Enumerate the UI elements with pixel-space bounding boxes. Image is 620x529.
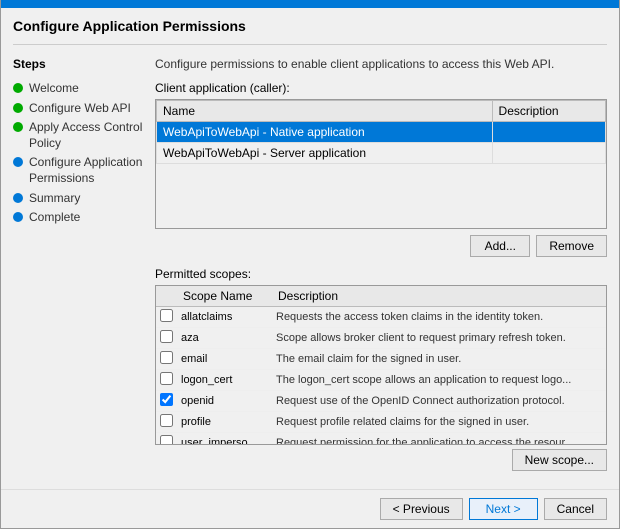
scopes-table: Scope Name Description allatclaims Reque… [156, 286, 606, 445]
new-scope-button[interactable]: New scope... [512, 449, 607, 471]
scope-name-cell: logon_cert [177, 370, 272, 391]
scope-checkbox[interactable] [160, 351, 173, 364]
description-text: Configure permissions to enable client a… [155, 57, 607, 71]
scope-checkbox-cell [156, 433, 177, 446]
dialog-body: Steps Welcome Configure Web API Apply Ac… [1, 45, 619, 489]
page-heading: Configure Application Permissions [13, 18, 607, 34]
step-label-summary: Summary [29, 191, 80, 207]
remove-button[interactable]: Remove [536, 235, 607, 257]
scope-checkbox-cell [156, 412, 177, 433]
scope-desc-cell: Requests the access token claims in the … [272, 307, 606, 328]
scope-checkbox-cell [156, 349, 177, 370]
title-bar: ⊞ Add a new application to WebApiToWebAp… [1, 0, 619, 8]
scope-desc-cell: The email claim for the signed in user. [272, 349, 606, 370]
step-dot-apply-access-control [13, 122, 23, 132]
list-item: aza Scope allows broker client to reques… [156, 328, 606, 349]
step-dot-complete [13, 212, 23, 222]
step-item-summary: Summary [13, 189, 143, 209]
client-desc-cell [492, 143, 605, 164]
client-name-cell: WebApiToWebApi - Server application [157, 143, 493, 164]
list-item: openid Request use of the OpenID Connect… [156, 391, 606, 412]
scope-name-cell: user_imperso... [177, 433, 272, 446]
client-name-cell: WebApiToWebApi - Native application [157, 122, 493, 143]
scopes-table-body: allatclaims Requests the access token cl… [156, 307, 606, 446]
step-label-welcome: Welcome [29, 81, 79, 97]
scope-checkbox-cell [156, 370, 177, 391]
list-item: allatclaims Requests the access token cl… [156, 307, 606, 328]
client-table-body: WebApiToWebApi - Native application WebA… [157, 122, 606, 164]
main-panel: Configure permissions to enable client a… [155, 57, 607, 477]
scope-checkbox[interactable] [160, 330, 173, 343]
scope-desc-cell: Request use of the OpenID Connect author… [272, 391, 606, 412]
scope-checkbox[interactable] [160, 309, 173, 322]
scope-name-cell: profile [177, 412, 272, 433]
list-item: profile Request profile related claims f… [156, 412, 606, 433]
scope-checkbox[interactable] [160, 414, 173, 427]
list-item: email The email claim for the signed in … [156, 349, 606, 370]
scopes-container: Scope Name Description allatclaims Reque… [155, 285, 607, 445]
step-dot-configure-app-permissions [13, 157, 23, 167]
steps-panel: Steps Welcome Configure Web API Apply Ac… [13, 57, 143, 477]
scope-desc-cell: Request profile related claims for the s… [272, 412, 606, 433]
scope-checkbox-cell [156, 307, 177, 328]
scope-checkbox[interactable] [160, 393, 173, 406]
step-label-complete: Complete [29, 210, 80, 226]
col-description: Description [492, 101, 605, 122]
scope-desc-cell: Request permission for the application t… [272, 433, 606, 446]
add-button[interactable]: Add... [470, 235, 530, 257]
scope-checkbox[interactable] [160, 435, 173, 445]
col-scope-name: Scope Name [177, 286, 272, 307]
step-item-apply-access-control: Apply Access Control Policy [13, 118, 143, 153]
step-label-configure-web-api: Configure Web API [29, 101, 131, 117]
step-dot-welcome [13, 83, 23, 93]
scope-name-cell: allatclaims [177, 307, 272, 328]
scopes-label: Permitted scopes: [155, 267, 607, 281]
step-item-configure-web-api: Configure Web API [13, 99, 143, 119]
scope-name-cell: aza [177, 328, 272, 349]
list-item: user_imperso... Request permission for t… [156, 433, 606, 446]
client-desc-cell [492, 122, 605, 143]
scope-checkbox[interactable] [160, 372, 173, 385]
step-item-configure-app-permissions: Configure Application Permissions [13, 153, 143, 188]
table-row[interactable]: WebApiToWebApi - Server application [157, 143, 606, 164]
scope-checkbox-cell [156, 328, 177, 349]
scope-desc-cell: The logon_cert scope allows an applicati… [272, 370, 606, 391]
step-dot-configure-web-api [13, 103, 23, 113]
step-label-apply-access-control: Apply Access Control Policy [29, 120, 143, 151]
col-check [156, 286, 177, 307]
step-dot-summary [13, 193, 23, 203]
new-scope-row: New scope... [155, 449, 607, 471]
step-label-configure-app-permissions: Configure Application Permissions [29, 155, 143, 186]
scope-name-cell: email [177, 349, 272, 370]
step-item-complete: Complete [13, 208, 143, 228]
table-row[interactable]: WebApiToWebApi - Native application [157, 122, 606, 143]
scope-name-cell: openid [177, 391, 272, 412]
client-section-label: Client application (caller): [155, 81, 607, 95]
scope-desc-cell: Scope allows broker client to request pr… [272, 328, 606, 349]
col-scope-desc: Description [272, 286, 606, 307]
close-button[interactable]: ✕ [589, 0, 609, 2]
scope-checkbox-cell [156, 391, 177, 412]
client-btn-row: Add... Remove [155, 235, 607, 257]
dialog-container: ⊞ Add a new application to WebApiToWebAp… [0, 0, 620, 529]
col-name: Name [157, 101, 493, 122]
client-table: Name Description WebApiToWebApi - Native… [156, 100, 606, 164]
step-item-welcome: Welcome [13, 79, 143, 99]
steps-heading: Steps [13, 57, 143, 71]
list-item: logon_cert The logon_cert scope allows a… [156, 370, 606, 391]
next-button[interactable]: Next > [469, 498, 538, 520]
client-list-container: Name Description WebApiToWebApi - Native… [155, 99, 607, 229]
cancel-button[interactable]: Cancel [544, 498, 607, 520]
footer: < Previous Next > Cancel [1, 489, 619, 528]
previous-button[interactable]: < Previous [380, 498, 463, 520]
steps-list: Welcome Configure Web API Apply Access C… [13, 79, 143, 228]
